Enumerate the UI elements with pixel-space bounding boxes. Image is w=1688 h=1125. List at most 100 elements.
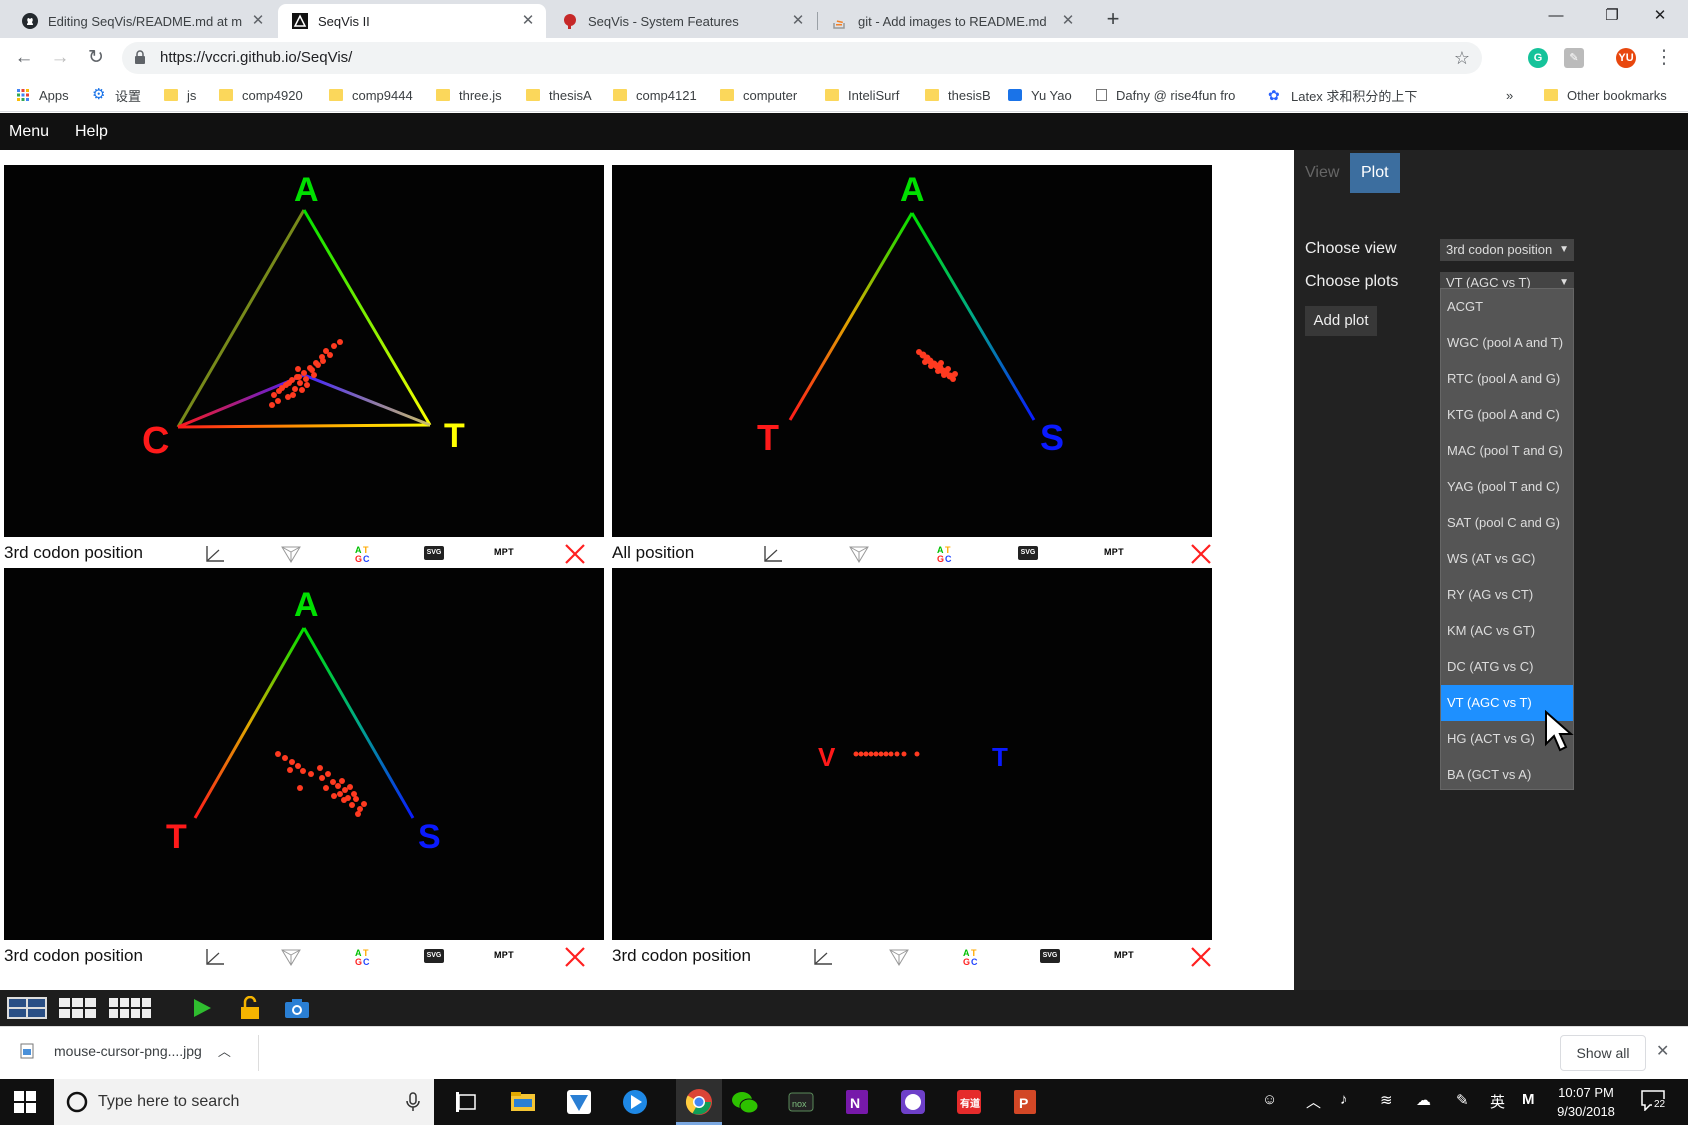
dropdown-option[interactable]: ACGT: [1441, 289, 1573, 325]
task-view-icon[interactable]: [452, 1087, 482, 1117]
choose-view-select[interactable]: 3rd codon position ▼: [1440, 239, 1574, 261]
download-item[interactable]: mouse-cursor-png....jpg ︿: [20, 1041, 231, 1060]
other-bookmarks[interactable]: Other bookmarks: [1544, 85, 1667, 105]
dropdown-option[interactable]: KTG (pool A and C): [1441, 397, 1573, 433]
chevron-up-icon[interactable]: ︿: [218, 1041, 231, 1060]
close-panel-icon[interactable]: [1190, 544, 1212, 564]
close-panel-icon[interactable]: [1190, 947, 1212, 967]
atgc-colors-icon[interactable]: A T G C: [934, 544, 956, 564]
tetrahedron-icon[interactable]: [280, 544, 302, 564]
bookmark-comp9444[interactable]: comp9444: [329, 85, 413, 105]
avatar[interactable]: YU: [1616, 48, 1636, 68]
layout-4x2-icon[interactable]: [108, 996, 152, 1020]
back-icon[interactable]: ←: [10, 44, 38, 72]
more-bookmarks-button[interactable]: »: [1506, 85, 1513, 105]
media-app-icon[interactable]: [620, 1087, 650, 1117]
plot-panel-3[interactable]: A T S: [4, 568, 604, 940]
dropdown-option[interactable]: BA (GCT vs A): [1441, 757, 1573, 793]
bookmark-thesisB[interactable]: thesisB: [925, 85, 991, 105]
chevron-up-icon[interactable]: ︿: [1306, 1091, 1321, 1112]
extension-icon[interactable]: ✎: [1564, 48, 1584, 68]
windows-start-icon[interactable]: [14, 1091, 36, 1113]
wifi-icon[interactable]: ≋: [1380, 1091, 1393, 1109]
axes-icon[interactable]: [204, 544, 226, 564]
layout-3x2-icon[interactable]: [58, 996, 98, 1020]
dropdown-option[interactable]: RTC (pool A and G): [1441, 361, 1573, 397]
people-icon[interactable]: ☺: [1262, 1091, 1277, 1108]
github-desktop-icon[interactable]: [898, 1087, 928, 1117]
ime-indicator[interactable]: 英: [1490, 1091, 1505, 1112]
bookmark-yuyao[interactable]: Yu Yao: [1008, 85, 1072, 105]
volume-icon[interactable]: ♪: [1340, 1091, 1348, 1108]
taskbar-search-input[interactable]: Type here to search: [54, 1079, 434, 1125]
bookmark-thesisA[interactable]: thesisA: [526, 85, 592, 105]
new-tab-button[interactable]: +: [1100, 7, 1126, 33]
address-bar[interactable]: https://vccri.github.io/SeqVis/ ☆: [122, 42, 1482, 74]
bookmark-threejs[interactable]: three.js: [436, 85, 502, 105]
powerpoint-icon[interactable]: P: [1010, 1087, 1040, 1117]
chrome-taskbar-button[interactable]: [676, 1079, 722, 1125]
bookmark-js[interactable]: js: [164, 85, 196, 105]
close-tab-icon[interactable]: ✕: [1060, 13, 1076, 29]
forward-icon[interactable]: →: [46, 44, 74, 72]
bookmark-star-icon[interactable]: ☆: [1454, 42, 1470, 74]
reload-icon[interactable]: ↻: [82, 44, 110, 72]
microphone-icon[interactable]: [406, 1092, 420, 1112]
file-explorer-icon[interactable]: [508, 1087, 538, 1117]
mpt-button[interactable]: MPT: [494, 950, 514, 960]
tab-editing-readme[interactable]: Editing SeqVis/README.md at m ✕: [8, 4, 276, 38]
bookmark-intelisurf[interactable]: InteliSurf: [825, 85, 899, 105]
grammarly-icon[interactable]: G: [1528, 48, 1548, 68]
mail-app-icon[interactable]: [564, 1087, 594, 1117]
onenote-icon[interactable]: N: [842, 1087, 872, 1117]
notification-center-icon[interactable]: 22: [1640, 1089, 1670, 1115]
dropdown-option[interactable]: RY (AG vs CT): [1441, 577, 1573, 613]
pen-icon[interactable]: ✎: [1456, 1091, 1469, 1109]
export-svg-icon[interactable]: SVG: [424, 546, 444, 560]
help-button[interactable]: Help: [75, 113, 108, 150]
close-tab-icon[interactable]: ✕: [250, 13, 266, 29]
kebab-menu-icon[interactable]: ⋮: [1650, 44, 1678, 72]
mpt-button[interactable]: MPT: [1114, 950, 1134, 960]
bookmark-computer[interactable]: computer: [720, 85, 797, 105]
export-svg-icon[interactable]: SVG: [1040, 949, 1060, 963]
tab-git-readme[interactable]: git - Add images to README.md ✕: [818, 4, 1086, 38]
bookmark-comp4920[interactable]: comp4920: [219, 85, 303, 105]
bookmark-latex[interactable]: ✿ Latex 求和积分的上下: [1268, 85, 1420, 105]
menu-button[interactable]: Menu: [9, 113, 49, 150]
onedrive-icon[interactable]: ☁: [1416, 1091, 1431, 1109]
close-icon[interactable]: ✕: [1656, 1041, 1669, 1061]
play-icon[interactable]: [190, 996, 214, 1020]
bookmark-settings[interactable]: ⚙ 设置: [92, 85, 141, 105]
mpt-button[interactable]: MPT: [1104, 547, 1124, 557]
close-panel-icon[interactable]: [564, 544, 586, 564]
show-all-button[interactable]: Show all: [1560, 1035, 1646, 1071]
dropdown-option[interactable]: WGC (pool A and T): [1441, 325, 1573, 361]
axes-icon[interactable]: [762, 544, 784, 564]
layout-2x2-icon[interactable]: [6, 996, 48, 1020]
bookmark-dafny[interactable]: Dafny @ rise4fun fro: [1096, 85, 1248, 105]
dropdown-option[interactable]: WS (AT vs GC): [1441, 541, 1573, 577]
bookmark-apps[interactable]: Apps: [16, 85, 69, 105]
tetrahedron-icon[interactable]: [848, 544, 870, 564]
export-svg-icon[interactable]: SVG: [424, 949, 444, 963]
axes-icon[interactable]: [204, 947, 226, 967]
dropdown-option[interactable]: KM (AC vs GT): [1441, 613, 1573, 649]
input-mode-icon[interactable]: M: [1522, 1091, 1535, 1108]
plot-panel-2[interactable]: A T S: [612, 165, 1212, 537]
camera-icon[interactable]: [284, 996, 310, 1020]
tab-system-features[interactable]: SeqVis - System Features ✕: [548, 4, 816, 38]
close-tab-icon[interactable]: ✕: [520, 13, 536, 29]
system-clock[interactable]: 10:07 PM 9/30/2018: [1546, 1083, 1626, 1121]
axes-icon[interactable]: [812, 947, 834, 967]
nox-icon[interactable]: nox: [786, 1087, 816, 1117]
tab-view[interactable]: View: [1294, 153, 1350, 193]
tetrahedron-icon[interactable]: [888, 947, 910, 967]
export-svg-icon[interactable]: SVG: [1018, 546, 1038, 560]
tetrahedron-icon[interactable]: [280, 947, 302, 967]
plot-panel-4[interactable]: V T: [612, 568, 1212, 940]
dropdown-option[interactable]: DC (ATG vs C): [1441, 649, 1573, 685]
atgc-colors-icon[interactable]: A T G C: [352, 947, 374, 967]
minimize-button[interactable]: —: [1528, 0, 1584, 32]
plot-panel-1[interactable]: A C T: [4, 165, 604, 537]
